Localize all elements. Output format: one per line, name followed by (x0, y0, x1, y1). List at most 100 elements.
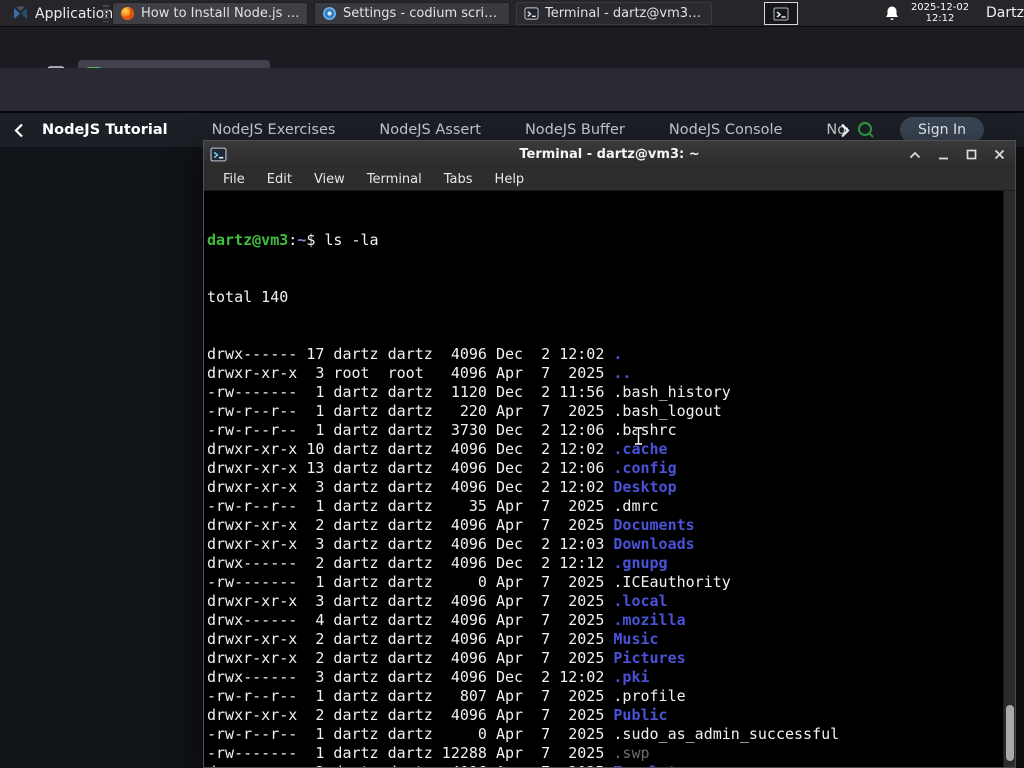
file-name: .swp (613, 744, 650, 762)
terminal-listing: drwx------ 17 dartz dartz 4096 Dec 2 12:… (207, 345, 1003, 767)
file-name: .gnupg (613, 554, 668, 572)
panel-handle (103, 5, 109, 22)
terminal-line: drwxr-xr-x 3 dartz dartz 4096 Apr 7 2025… (207, 592, 668, 610)
subnav-item[interactable]: NodeJS Console (669, 122, 783, 138)
prompt-colon: : (288, 231, 298, 249)
file-name: Downloads (613, 535, 695, 553)
file-name: Pictures (613, 649, 686, 667)
taskbar-label: Settings - codium script... (343, 6, 502, 21)
terminal-line: drwxr-xr-x 3 root root 4096 Apr 7 2025 .… (207, 364, 632, 382)
clock-date: 2025-12-02 (910, 2, 970, 13)
terminal-line: -rw-r--r-- 1 dartz dartz 807 Apr 7 2025 … (207, 687, 686, 705)
file-name: Desktop (613, 478, 677, 496)
terminal-line: -rw-r--r-- 1 dartz dartz 3730 Dec 2 12:0… (207, 421, 677, 439)
terminal-line: drwxr-xr-x 2 dartz dartz 4096 Apr 7 2025… (207, 630, 659, 648)
nav-scroll-right-icon[interactable] (840, 123, 850, 138)
terminal-line: -rw------- 1 dartz dartz 1120 Dec 2 11:5… (207, 383, 731, 401)
terminal-titlebar[interactable]: Terminal - dartz@vm3: ~ (204, 141, 1015, 168)
taskbar-label: Terminal - dartz@vm3: ~ (545, 6, 704, 21)
terminal-icon (773, 7, 789, 20)
file-name: .mozilla (613, 611, 686, 629)
terminal-close-button[interactable] (994, 149, 1005, 160)
subnav-item[interactable]: NodeJS Assert (379, 122, 481, 138)
terminal-line: -rw-r--r-- 1 dartz dartz 220 Apr 7 2025 … (207, 402, 722, 420)
taskbar-button-settings[interactable]: Settings - codium script... (314, 2, 510, 25)
clock-time: 12:12 (925, 13, 955, 24)
terminal-icon (524, 6, 539, 21)
taskbar-button-terminal[interactable]: Terminal - dartz@vm3: ~ (516, 2, 712, 25)
search-icon[interactable] (856, 120, 876, 140)
taskbar-label: How to Install Node.js o... (141, 6, 300, 21)
desktop: Applications How to Install Node.js o...… (0, 0, 1024, 768)
terminal-icon (210, 146, 227, 163)
taskbar-button-firefox[interactable]: How to Install Node.js o... (112, 2, 308, 25)
file-name: .dmrc (613, 497, 659, 515)
panel-user-label[interactable]: Dartz (986, 5, 1024, 21)
terminal-menu-item[interactable]: View (303, 170, 356, 189)
nav-scroll-left-icon[interactable] (14, 123, 24, 138)
terminal-line: -rw-r--r-- 1 dartz dartz 35 Apr 7 2025 .… (207, 497, 659, 515)
terminal-menu-item[interactable]: Help (484, 170, 536, 189)
file-name: .bash_history (613, 383, 731, 401)
subnav-item[interactable]: NodeJS Tutorial (42, 122, 168, 138)
top-panel: Applications How to Install Node.js o...… (0, 0, 1024, 27)
file-name: . (613, 345, 623, 363)
terminal-line: -rw-r--r-- 1 dartz dartz 0 Apr 7 2025 .s… (207, 725, 840, 743)
prompt-path: ~ (297, 231, 307, 249)
file-name: .ICEauthority (613, 573, 731, 591)
subnav-item[interactable]: NodeJS Exercises (212, 122, 336, 138)
terminal-maximize-button[interactable] (966, 149, 977, 160)
terminal-scrollbar-thumb[interactable] (1006, 705, 1014, 761)
applications-menu-button[interactable]: Applications (4, 2, 129, 25)
file-name: .pki (613, 668, 650, 686)
terminal-scrollbar[interactable] (1003, 191, 1015, 767)
subnav-items: NodeJS Tutorial NodeJS Exercises NodeJS As… (42, 122, 848, 138)
subnav-item[interactable]: NodeJS Buffer (525, 122, 625, 138)
terminal-minimize-button[interactable] (938, 150, 949, 160)
applications-icon (12, 5, 29, 22)
terminal-line: drwxr-xr-x 2 dartz dartz 4096 Apr 7 2025… (207, 706, 668, 724)
terminal-menu-item[interactable]: Tabs (433, 170, 484, 189)
file-name: Music (613, 630, 659, 648)
file-name: .bashrc (613, 421, 677, 439)
prompt-user-host: dartz@vm3 (207, 231, 289, 249)
terminal-menu-item[interactable]: Terminal (356, 170, 433, 189)
file-name: .local (613, 592, 668, 610)
terminal-menubar: File Edit View Terminal Tabs Help (204, 168, 1015, 191)
file-name: Templates (613, 763, 694, 767)
firefox-tab-bar: GG How to Install Node.js on ✕ + (0, 27, 1024, 90)
terminal-line: -rw------- 1 dartz dartz 0 Apr 7 2025 .I… (207, 573, 731, 591)
terminal-title: Terminal - dartz@vm3: ~ (519, 147, 700, 162)
terminal-line: drwxr-xr-x 13 dartz dartz 4096 Dec 2 12:… (207, 459, 677, 477)
terminal-window: Terminal - dartz@vm3: ~ File Edit View Term… (203, 140, 1016, 768)
terminal-menu-item[interactable]: File (212, 170, 256, 189)
terminal-total-line: total 140 (207, 288, 289, 306)
terminal-line: drwx------ 3 dartz dartz 4096 Dec 2 12:0… (207, 668, 650, 686)
tray-terminal-item[interactable] (764, 2, 798, 25)
panel-clock[interactable]: 2025-12-02 12:12 (908, 2, 972, 24)
file-name: Documents (613, 516, 695, 534)
settings-icon (322, 6, 337, 21)
prompt-command: $ ls -la (306, 231, 379, 249)
terminal-output[interactable]: dartz@vm3:~$ ls -la total 140 drwx------… (204, 191, 1003, 767)
file-name: .sudo_as_admin_successful (613, 725, 840, 743)
terminal-line: drwx------ 2 dartz dartz 4096 Dec 2 12:1… (207, 554, 668, 572)
terminal-line: drwx------ 17 dartz dartz 4096 Dec 2 12:… (207, 345, 623, 363)
terminal-line: drwxr-xr-x 2 dartz dartz 4096 Apr 7 2025… (207, 763, 1003, 767)
file-name: .bash_logout (613, 402, 722, 420)
mouse-cursor-ibeam (632, 426, 645, 446)
terminal-line: drwx------ 4 dartz dartz 4096 Apr 7 2025… (207, 611, 686, 629)
terminal-line: drwxr-xr-x 2 dartz dartz 4096 Apr 7 2025… (207, 516, 695, 534)
terminal-shade-button[interactable] (909, 151, 921, 159)
file-name: .. (613, 364, 632, 382)
terminal-menu-item[interactable]: Edit (256, 170, 303, 189)
file-name: Public (613, 706, 668, 724)
firefox-toolbar: https://www.geeksforgeeks.org/node-js/in… (0, 68, 1024, 173)
firefox-icon (120, 6, 135, 21)
terminal-line: drwxr-xr-x 10 dartz dartz 4096 Dec 2 12:… (207, 440, 668, 458)
file-name: .profile (613, 687, 686, 705)
notification-bell-icon[interactable] (884, 5, 900, 22)
terminal-line: drwxr-xr-x 3 dartz dartz 4096 Dec 2 12:0… (207, 535, 695, 553)
terminal-prompt-line: dartz@vm3:~$ ls -la (207, 231, 1003, 250)
terminal-line: drwxr-xr-x 2 dartz dartz 4096 Apr 7 2025… (207, 649, 686, 667)
